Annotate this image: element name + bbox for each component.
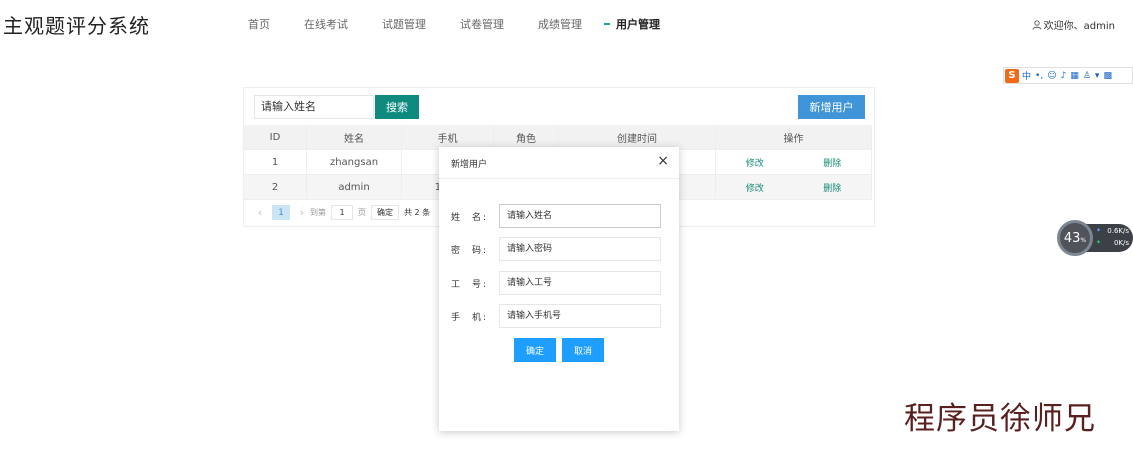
goto-page-input[interactable]: 1 — [331, 205, 353, 220]
col-header-actions-label: 操作 — [783, 133, 804, 145]
field-label-employee-no: 工号: — [451, 279, 494, 290]
cell-name: zhangsan — [307, 150, 402, 174]
close-icon[interactable]: × — [657, 153, 669, 169]
download-speed: 0K/s — [1113, 239, 1129, 247]
pagination: ‹ 1 › 到第 1 页 确定 共 2 条 — [252, 205, 430, 220]
usage-unit: % — [1080, 237, 1087, 244]
punctuation-icon[interactable]: •, — [1035, 71, 1043, 81]
field-label-password: 密码: — [451, 245, 494, 256]
cell-actions: 修改 删除 — [716, 150, 872, 174]
upload-speed: 0.6K/s — [1107, 227, 1129, 235]
field-label-employee-no-text: 工号 — [451, 279, 494, 290]
name-field[interactable]: 请输入姓名 — [499, 204, 661, 228]
col-header-id: ID — [244, 125, 307, 149]
ime-mode-label[interactable]: 中 — [1022, 69, 1031, 82]
user-tools-icon[interactable]: ♙ — [1083, 71, 1091, 81]
cancel-button[interactable]: 取消 — [562, 338, 604, 362]
add-user-button[interactable]: 新增用户 — [798, 95, 865, 119]
nav-item-paper-manage[interactable]: 试卷管理 — [460, 16, 504, 32]
field-label-password-text: 密码 — [451, 245, 494, 256]
microphone-icon[interactable]: ♪ — [1061, 71, 1067, 81]
total-count: 共 2 条 — [404, 208, 431, 217]
network-speed-widget[interactable]: ✦ 0.6K/s ✦ 0K/s 43% — [1057, 220, 1133, 256]
cell-id: 1 — [244, 150, 307, 174]
watermark: 程序员徐师兄 — [904, 401, 1096, 437]
field-label-name-text: 姓名 — [451, 212, 494, 223]
grid-icon[interactable]: ▩ — [1103, 71, 1112, 81]
field-label-name: 姓名: — [451, 212, 494, 223]
delete-link[interactable]: 删除 — [823, 156, 841, 169]
col-header-role: 角色 — [494, 125, 559, 149]
skin-icon[interactable]: ▾ — [1095, 71, 1100, 81]
search-input[interactable]: 请输入姓名 — [254, 95, 374, 119]
password-field[interactable]: 请输入密码 — [499, 237, 661, 261]
field-label-phone: 手机: — [451, 312, 494, 323]
dialog-title: 新增用户 — [451, 160, 488, 170]
cell-actions: 修改 删除 — [716, 175, 872, 199]
nav-item-home[interactable]: 首页 — [248, 16, 270, 32]
search-button[interactable]: 搜索 — [375, 95, 419, 119]
dialog-divider — [439, 178, 679, 179]
ime-logo-icon: S — [1005, 68, 1019, 83]
user-icon — [1032, 19, 1042, 30]
col-header-name: 姓名 — [307, 125, 402, 149]
col-header-created: 创建时间 — [559, 125, 716, 149]
emoji-icon[interactable]: ☺ — [1047, 71, 1056, 81]
goto-confirm-button[interactable]: 确定 — [371, 205, 399, 220]
top-nav: 首页 在线考试 试题管理 试卷管理 成绩管理 用户管理 — [248, 16, 694, 32]
form-row-employee-no: 工号: 请输入工号 — [451, 271, 665, 295]
ime-toolbar[interactable]: S 中 •, ☺ ♪ ▦ ♙ ▾ ▩ — [1003, 67, 1133, 84]
cell-id: 2 — [244, 175, 307, 199]
add-user-dialog: 新增用户 × 姓名: 请输入姓名 密码: 请输入密码 工号: 请输入工号 手机:… — [439, 147, 679, 431]
usage-percent: 43 — [1063, 230, 1081, 246]
app-title: 主观题评分系统 — [3, 14, 150, 38]
next-page-icon[interactable]: › — [294, 206, 310, 219]
phone-field[interactable]: 请输入手机号 — [499, 304, 661, 328]
col-header-phone: 手机 — [402, 125, 494, 149]
user-menu[interactable]: 欢迎你、admin — [1032, 17, 1115, 32]
col-header-actions: 操作 — [716, 125, 872, 149]
prev-page-icon[interactable]: ‹ — [252, 206, 268, 219]
confirm-button[interactable]: 确定 — [514, 338, 556, 362]
keyboard-icon[interactable]: ▦ — [1070, 71, 1079, 81]
nav-item-online-exam[interactable]: 在线考试 — [304, 16, 348, 32]
edit-link[interactable]: 修改 — [746, 181, 764, 194]
page-unit-label: 页 — [358, 208, 366, 217]
delete-link[interactable]: 删除 — [823, 181, 841, 194]
nav-item-user-manage[interactable]: 用户管理 — [604, 16, 660, 32]
form-row-password: 密码: 请输入密码 — [451, 237, 665, 261]
cell-name: admin — [307, 175, 402, 199]
download-icon: ✦ — [1096, 239, 1102, 246]
page-current[interactable]: 1 — [272, 205, 290, 220]
upload-icon: ✦ — [1096, 227, 1102, 234]
nav-item-score-manage[interactable]: 成绩管理 — [538, 16, 582, 32]
field-label-phone-text: 手机 — [451, 312, 494, 323]
edit-link[interactable]: 修改 — [746, 156, 764, 169]
memory-usage-gauge: 43% — [1057, 220, 1093, 256]
nav-item-question-manage[interactable]: 试题管理 — [382, 16, 426, 32]
form-row-phone: 手机: 请输入手机号 — [451, 304, 665, 328]
employee-no-field[interactable]: 请输入工号 — [499, 271, 661, 295]
user-greeting: 欢迎你、admin — [1043, 21, 1115, 32]
goto-label: 到第 — [310, 208, 326, 217]
form-row-name: 姓名: 请输入姓名 — [451, 204, 665, 228]
